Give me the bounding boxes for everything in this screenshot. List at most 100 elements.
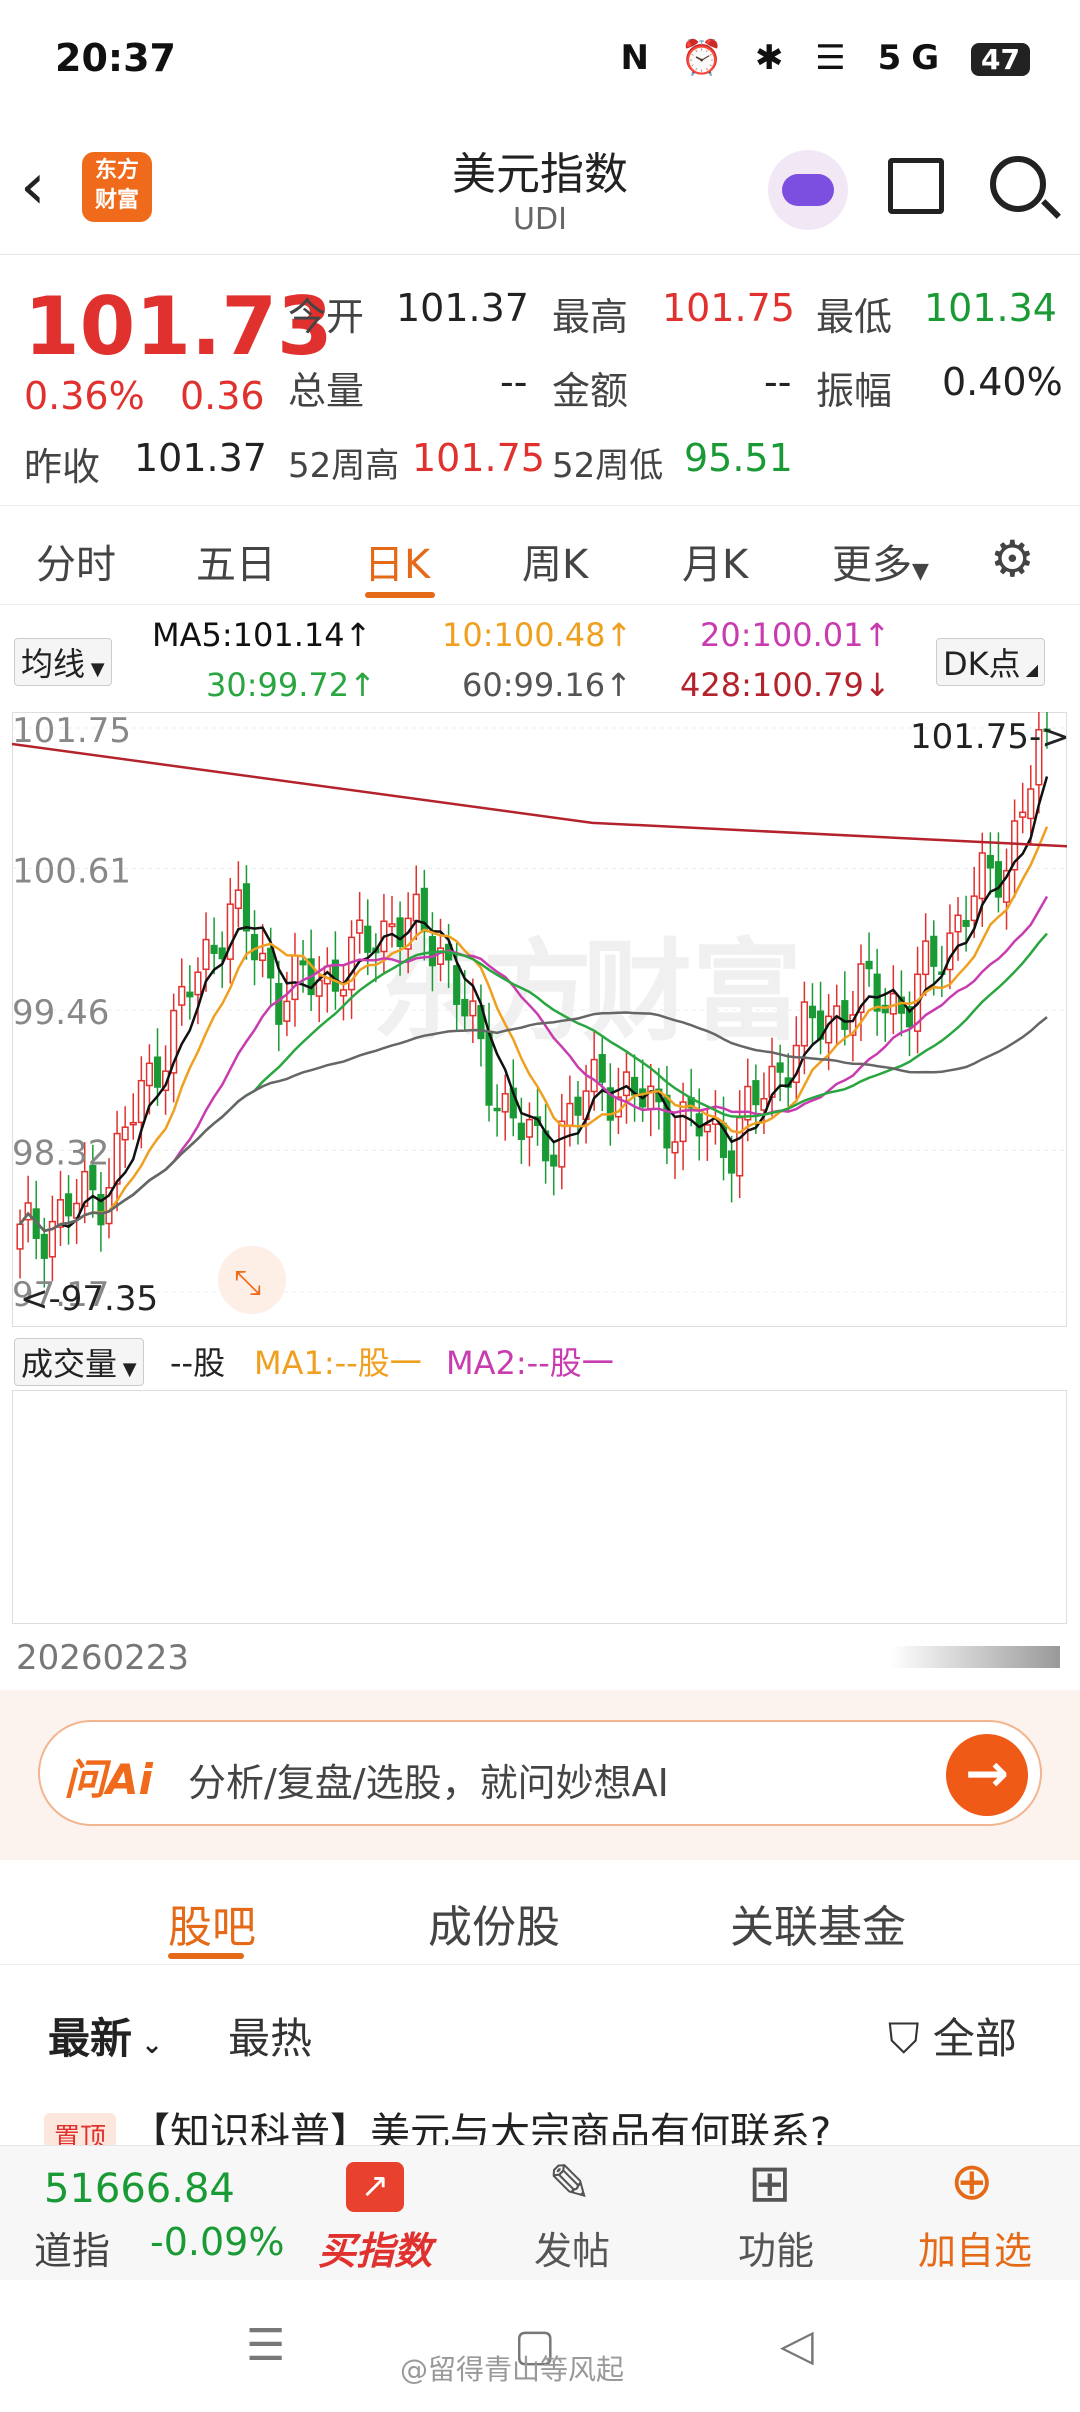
candle-up xyxy=(259,952,267,961)
add-circle-icon[interactable]: ⊕ xyxy=(950,2152,994,2212)
volume-selector[interactable]: 成交量 ▼ xyxy=(14,1338,144,1386)
system-nav-bar: ☰ ▢ ◁ @留得青山等风起 xyxy=(0,2280,1080,2412)
buy-index-button[interactable]: 买指数 xyxy=(318,2220,432,2275)
ai-logo: 问Ai xyxy=(64,1755,153,1804)
tab-constituents[interactable]: 成份股 xyxy=(428,1891,560,1955)
filter-label: 全部 xyxy=(932,2014,1017,2063)
ai-search-bar[interactable]: 问Ai 分析/复盘/选股，就问妙想AI → xyxy=(38,1720,1042,1826)
sort-latest-label: 最新 xyxy=(48,2014,133,2063)
back-triangle-icon[interactable]: ◁ xyxy=(780,2320,814,2371)
menu-icon[interactable]: ☰ xyxy=(246,2320,285,2371)
week52-high-value: 101.75 xyxy=(412,436,545,480)
candle-down xyxy=(64,1193,73,1217)
high-label: 最高 xyxy=(552,295,629,339)
high-value: 101.75 xyxy=(662,286,795,330)
arrow-right-icon[interactable]: → xyxy=(946,1734,1028,1816)
amount-label: 金额 xyxy=(552,369,629,413)
expand-icon[interactable]: ⤡ xyxy=(218,1246,286,1314)
filter-all[interactable]: ⛉ 全部 xyxy=(888,2005,1017,2066)
candle-up xyxy=(1019,811,1027,818)
y-tick-label: 98.32 xyxy=(12,1133,109,1173)
battery-icon: 47 xyxy=(971,43,1030,76)
candle-up xyxy=(113,1132,121,1185)
amplitude-value: 0.40% xyxy=(942,360,1063,404)
open-label: 今开 xyxy=(288,295,365,339)
dk-point-toggle[interactable]: DK点 ◢ xyxy=(936,638,1046,686)
grid-icon[interactable]: ⊞ xyxy=(748,2154,792,2214)
candle-down xyxy=(994,861,1003,898)
candle-up xyxy=(736,1116,744,1177)
tab-related-funds[interactable]: 关联基金 xyxy=(730,1891,906,1955)
y-tick-label: 100.61 xyxy=(12,851,131,891)
tab-weekly-k[interactable]: 周K xyxy=(522,532,588,590)
candle-up xyxy=(194,971,202,996)
functions-button[interactable]: 功能 xyxy=(738,2220,814,2275)
ma428-line xyxy=(12,742,1067,848)
candle-down xyxy=(396,917,404,948)
tab-guba[interactable]: 股吧 xyxy=(168,1891,256,1955)
edit-icon[interactable]: ✎ xyxy=(548,2154,592,2214)
dow-index-name: 道指 xyxy=(34,2229,111,2273)
change-value: 0.36 xyxy=(180,374,265,418)
status-icon-group: N ⏰ ✱ ☰ 5G xyxy=(620,38,950,78)
y-tick-label: 101.75 xyxy=(12,712,131,751)
candle-up xyxy=(622,1071,631,1097)
low-marker: <-97.35 xyxy=(20,1279,158,1319)
sort-hot[interactable]: 最热 xyxy=(228,2005,312,2066)
ma5-value: MA5:101.14↑ xyxy=(152,616,372,654)
candle-down xyxy=(752,1080,760,1106)
search-icon[interactable] xyxy=(990,156,1046,212)
candle-up xyxy=(978,852,986,900)
candle-up xyxy=(129,1121,137,1126)
tab-five-day[interactable]: 五日 xyxy=(196,532,276,590)
tab-daily-k[interactable]: 日K xyxy=(364,532,430,590)
tab-monthly-k[interactable]: 月K xyxy=(682,532,748,590)
candle-up xyxy=(202,938,210,970)
candle-down xyxy=(550,1154,558,1167)
volume-ma2: MA2:--股一 xyxy=(446,1344,614,1382)
scroll-indicator[interactable] xyxy=(890,1646,1060,1668)
ma20-value: 20:100.01↑ xyxy=(700,616,891,654)
active-tab-underline xyxy=(365,592,435,598)
candle-down xyxy=(865,960,873,970)
week52-high-label: 52周高 xyxy=(288,446,400,486)
candle-down xyxy=(461,998,469,1017)
candle-up xyxy=(469,1000,477,1017)
candle-up xyxy=(970,895,978,922)
ma10-value: 10:100.48↑ xyxy=(442,616,633,654)
indicator-selector[interactable]: 均线 ▼ xyxy=(14,638,112,686)
candle-up xyxy=(744,1085,752,1121)
candle-down xyxy=(776,1062,784,1073)
candle-up xyxy=(291,954,299,1001)
amplitude-label: 振幅 xyxy=(816,369,893,413)
tab-more[interactable]: 更多▼ xyxy=(832,532,929,590)
ai-assistant-icon[interactable] xyxy=(768,150,848,230)
amount-value: -- xyxy=(764,360,792,404)
candle-up xyxy=(566,1102,574,1126)
candle-down xyxy=(841,1000,849,1030)
ai-search-section: 问Ai 分析/复盘/选股，就问妙想AI → xyxy=(0,1690,1080,1860)
status-icons: N ⏰ ✱ ☰ 5G 47 xyxy=(621,38,1030,78)
candle-down xyxy=(485,1031,493,1106)
prev-close-value: 101.37 xyxy=(134,436,267,480)
post-button[interactable]: 发帖 xyxy=(534,2220,610,2275)
chart-watermark-2: 财富 xyxy=(582,928,802,1056)
volume-selector-label: 成交量 xyxy=(21,1345,118,1383)
chevron-down-icon: ⌄ xyxy=(132,2030,163,2060)
prev-close-label: 昨收 xyxy=(24,445,101,489)
candle-up xyxy=(137,1079,145,1124)
tab-intraday[interactable]: 分时 xyxy=(36,532,116,590)
dow-index-value[interactable]: 51666.84 xyxy=(44,2166,235,2212)
sort-latest[interactable]: 最新 ⌄ xyxy=(48,2005,163,2066)
y-tick-label: 99.46 xyxy=(12,993,109,1033)
corner-icon: ◢ xyxy=(1020,660,1039,679)
candle-up xyxy=(558,1120,566,1168)
add-watchlist-button[interactable]: 加自选 xyxy=(918,2220,1032,2275)
gear-icon[interactable]: ⚙ xyxy=(990,530,1035,588)
ma428-value: 428:100.79↓ xyxy=(680,666,891,704)
share-icon[interactable] xyxy=(888,158,944,214)
candle-up xyxy=(388,923,396,928)
kline-chart[interactable]: 东方 财富 101.75100.6199.4698.3297.17 101.75… xyxy=(12,712,1067,1327)
candle-up xyxy=(703,1124,711,1133)
trend-chart-icon[interactable]: ↗ xyxy=(346,2162,404,2212)
